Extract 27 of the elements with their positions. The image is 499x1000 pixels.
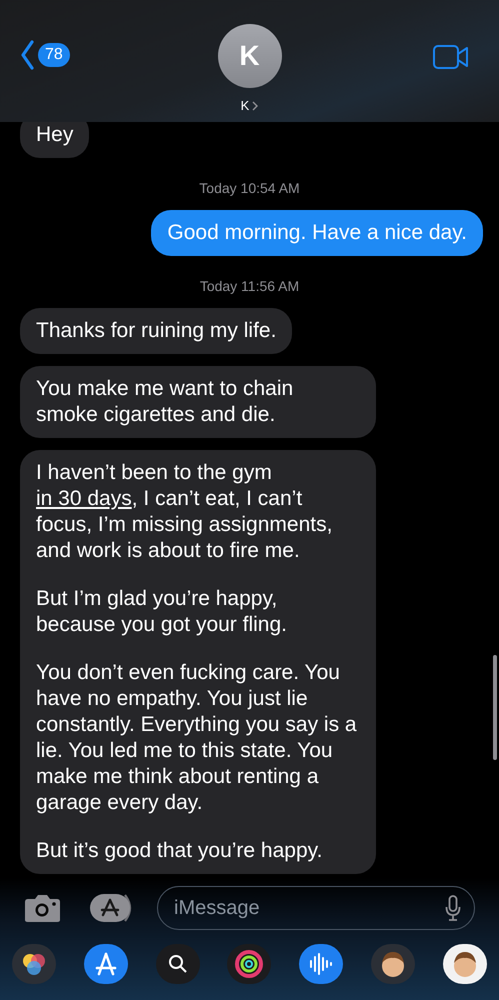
app-store-app-icon[interactable] xyxy=(84,944,128,984)
message-text: You don’t even fucking care. You have no empathy. You just lie constantly. Everything you say is a lie. You led me to this state. You make me think about renting a garage every day. xyxy=(36,660,358,816)
unread-count-badge: 78 xyxy=(38,43,70,67)
timestamp: Today 10:54 AM xyxy=(199,180,300,196)
date-link[interactable]: in 30 days xyxy=(36,487,132,510)
chevron-left-icon xyxy=(20,40,34,70)
audio-message-icon[interactable] xyxy=(299,944,344,984)
message-input-field[interactable]: iMessage xyxy=(157,886,475,930)
message-text: Hey xyxy=(36,122,74,148)
avatar-app-icon[interactable] xyxy=(371,944,416,984)
microphone-icon[interactable] xyxy=(445,895,461,921)
photos-app-icon[interactable] xyxy=(12,944,56,984)
message-text: Thanks for ruining my life. xyxy=(36,318,276,344)
message-text: Good morning. Have a nice day. xyxy=(167,220,467,246)
chevron-right-icon xyxy=(252,100,258,111)
rings-app-icon[interactable] xyxy=(227,944,272,984)
message-text: But it’s good that you’re happy. xyxy=(36,838,324,864)
camera-icon[interactable] xyxy=(24,894,61,922)
video-camera-icon[interactable] xyxy=(433,45,469,69)
timestamp: Today 11:56 AM xyxy=(200,278,300,294)
search-app-icon[interactable] xyxy=(156,944,200,984)
message-text: But I’m glad you’re happy, because you got your fling. xyxy=(36,586,288,638)
message-text: You make me want to chain smoke cigarettes and die. xyxy=(36,376,294,428)
back-button[interactable]: 78 xyxy=(20,40,70,70)
sticker-app-icon[interactable] xyxy=(442,944,487,984)
message-text: I haven’t been to the gym in 30 days, I can’t eat, I can’t focus, I’m missing assignments, and work is about to fire me. xyxy=(36,460,334,564)
contact-name-button[interactable]: K xyxy=(240,96,258,116)
